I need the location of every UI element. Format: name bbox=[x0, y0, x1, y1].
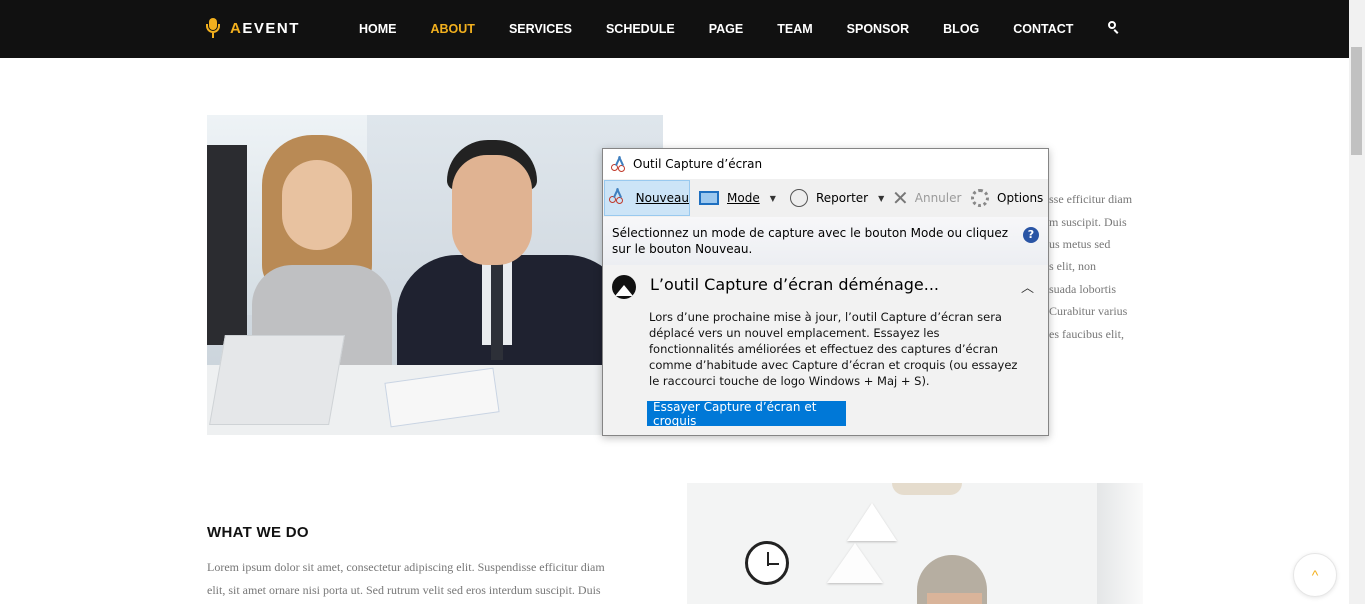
about-text-line: suada lobortis bbox=[1049, 282, 1116, 296]
microphone-icon bbox=[206, 18, 220, 38]
logo-text: AEVENT bbox=[230, 19, 300, 37]
cancel-button[interactable]: ✕ Annuler bbox=[892, 180, 961, 216]
new-button[interactable]: Nouveau bbox=[604, 180, 690, 216]
nav-item-page[interactable]: PAGE bbox=[709, 22, 744, 36]
logo[interactable]: AEVENT bbox=[206, 17, 300, 39]
nav-item-services[interactable]: SERVICES bbox=[509, 22, 572, 36]
top-navbar: AEVENT HOME ABOUT SERVICES SCHEDULE PAGE… bbox=[0, 0, 1349, 58]
section-title: WHAT WE DO bbox=[207, 524, 309, 541]
snip-toolbar: Nouveau Mode ▼ Reporter ▼ ✕ Annuler Opti… bbox=[603, 179, 1048, 217]
page-scrollbar[interactable] bbox=[1349, 0, 1365, 604]
nav-item-contact[interactable]: CONTACT bbox=[1013, 22, 1073, 36]
chevron-up-icon: ^ bbox=[1311, 567, 1319, 583]
about-text-line: Curabitur varius bbox=[1049, 304, 1128, 318]
search-icon[interactable] bbox=[1107, 20, 1121, 34]
options-button[interactable]: Options bbox=[971, 180, 1043, 216]
about-text-line: s elit, non bbox=[1049, 259, 1096, 273]
main-menu: HOME ABOUT SERVICES SCHEDULE PAGE TEAM S… bbox=[359, 0, 1107, 58]
snipping-tool-window: Outil Capture d’écran Nouveau Mode ▼ Rep… bbox=[602, 148, 1049, 436]
nav-item-about[interactable]: ABOUT bbox=[431, 22, 475, 36]
scissors-icon bbox=[609, 188, 630, 208]
wall-clock bbox=[745, 541, 789, 585]
section-text-line: elit, sit amet ornare nisi porta ut. Sed… bbox=[207, 583, 601, 597]
help-icon[interactable]: ? bbox=[1023, 227, 1039, 243]
back-to-top-button[interactable]: ^ bbox=[1293, 553, 1337, 597]
about-text-line: us metus sed bbox=[1049, 237, 1111, 251]
delay-button[interactable]: Reporter ▼ bbox=[790, 180, 884, 216]
dropdown-arrow-icon[interactable]: ▼ bbox=[878, 194, 884, 203]
notice-body: Lors d’une prochaine mise à jour, l’outi… bbox=[649, 310, 1018, 388]
business-meeting-photo bbox=[207, 115, 663, 435]
section-text-line: Lorem ipsum dolor sit amet, consectetur … bbox=[207, 560, 605, 574]
about-text-line: sse efficitur diam bbox=[1049, 192, 1133, 206]
window-titlebar[interactable]: Outil Capture d’écran bbox=[603, 149, 1048, 179]
about-text-line: es faucibus elit, bbox=[1049, 327, 1124, 341]
snip-sketch-icon bbox=[612, 275, 636, 299]
notice-title: L’outil Capture d’écran déménage... bbox=[650, 275, 940, 294]
workspace-photo bbox=[687, 483, 1143, 604]
about-text-line: m suscipit. Duis bbox=[1049, 215, 1127, 229]
window-title: Outil Capture d’écran bbox=[633, 157, 763, 171]
nav-item-schedule[interactable]: SCHEDULE bbox=[606, 22, 675, 36]
mode-button[interactable]: Mode ▼ bbox=[699, 180, 776, 216]
nav-item-team[interactable]: TEAM bbox=[777, 22, 812, 36]
close-icon: ✕ bbox=[892, 186, 909, 210]
nav-item-blog[interactable]: BLOG bbox=[943, 22, 979, 36]
try-snip-sketch-button[interactable]: Essayer Capture d’écran et croquis bbox=[647, 400, 846, 428]
nav-item-home[interactable]: HOME bbox=[359, 22, 397, 36]
dropdown-arrow-icon[interactable]: ▼ bbox=[770, 194, 776, 203]
moving-notice: L’outil Capture d’écran déménage... ︿ Lo… bbox=[603, 265, 1048, 435]
nav-item-sponsor[interactable]: SPONSOR bbox=[847, 22, 910, 36]
scrollbar-thumb[interactable] bbox=[1351, 47, 1362, 155]
scissors-icon bbox=[611, 156, 627, 172]
gear-icon bbox=[971, 189, 989, 207]
instruction-text: Sélectionnez un mode de capture avec le … bbox=[603, 217, 1048, 265]
rectangle-mode-icon bbox=[699, 191, 719, 205]
chevron-up-icon[interactable]: ︿ bbox=[1021, 277, 1034, 296]
clock-icon bbox=[790, 189, 808, 207]
